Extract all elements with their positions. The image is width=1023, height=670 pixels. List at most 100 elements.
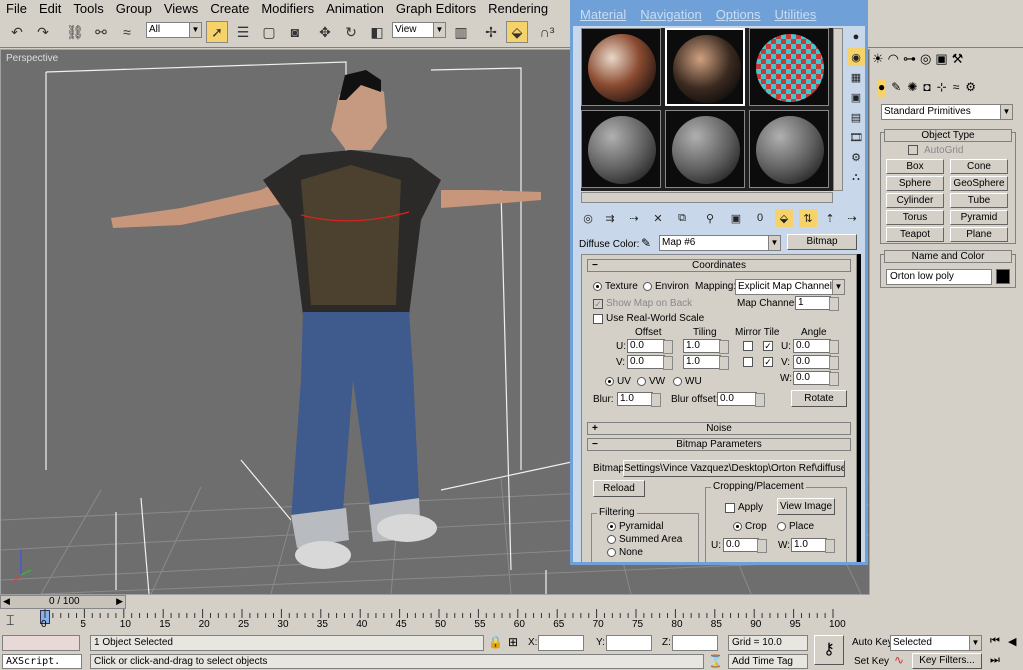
backlight-icon[interactable]: ◉ [847, 48, 865, 66]
menu-file[interactable]: File [0, 0, 33, 18]
unlink-icon[interactable]: ⚯ [90, 21, 112, 43]
make-unique-icon[interactable]: ⚲ [701, 209, 719, 227]
bitmap-path-button[interactable]: Settings\Vince Vazquez\Desktop\Orton Ref… [623, 460, 845, 477]
texture-radio[interactable] [593, 282, 602, 291]
put-to-library-icon[interactable]: ▣ [727, 209, 745, 227]
none-radio[interactable] [607, 548, 616, 557]
make-preview-icon[interactable]: 🎞 [847, 128, 865, 146]
lights-icon[interactable]: ✺ [907, 80, 917, 98]
set-key-label[interactable]: Set Key [854, 656, 889, 667]
menu-group[interactable]: Group [110, 0, 158, 18]
uv-radio[interactable] [605, 377, 614, 386]
listener-field[interactable] [2, 635, 80, 651]
real-world-scale-checkbox[interactable] [593, 314, 603, 324]
torus-button[interactable]: Torus [886, 210, 944, 225]
u-angle-spinner[interactable]: 0.0 [793, 339, 839, 354]
material-slot-3[interactable] [749, 28, 829, 106]
material-id-icon[interactable]: 0 [751, 209, 769, 227]
go-forward-sibling-icon[interactable]: ⇢ [843, 209, 861, 227]
select-object-icon[interactable]: ➚ [206, 21, 228, 43]
object-type-rollout[interactable]: Object Type [884, 129, 1012, 142]
menu-graph-editors[interactable]: Graph Editors [390, 0, 482, 18]
show-map-on-back-checkbox[interactable]: ✓ [593, 299, 603, 309]
next-frame-icon[interactable]: ▶ [116, 596, 123, 607]
rotate-button[interactable]: Rotate [791, 390, 847, 407]
box-button[interactable]: Box [886, 159, 944, 174]
cone-button[interactable]: Cone [950, 159, 1008, 174]
get-material-icon[interactable]: ◎ [579, 209, 597, 227]
wu-radio[interactable] [673, 377, 682, 386]
slots-hscrollbar[interactable] [581, 192, 833, 203]
plane-button[interactable]: Plane [950, 227, 1008, 242]
autogrid-checkbox[interactable] [908, 145, 918, 155]
curve-icon[interactable]: ∿ [894, 653, 904, 667]
prev-frame-icon[interactable]: ◀ [3, 596, 10, 607]
y-coord-field[interactable] [606, 635, 652, 651]
make-copy-icon[interactable]: ⧉ [673, 209, 691, 227]
snap-toggle-icon[interactable]: ∩³ [536, 21, 558, 43]
map-type-button[interactable]: Bitmap [787, 234, 857, 250]
crop-w-spinner[interactable]: 1.0 [791, 538, 835, 553]
object-name-field[interactable]: Orton low poly [886, 269, 992, 285]
pyramid-button[interactable]: Pyramid [950, 210, 1008, 225]
bind-space-warp-icon[interactable]: ≈ [116, 21, 138, 43]
map-name-field[interactable]: Map #6 ▼ [659, 235, 781, 251]
window-crossing-icon[interactable]: ◙ [284, 21, 306, 43]
hierarchy-tab-icon[interactable]: ⊶ [903, 51, 916, 71]
key-mode-dropdown[interactable]: Selected ▼ [890, 635, 982, 651]
material-slot-2[interactable] [665, 28, 745, 106]
pyramidal-radio[interactable] [607, 522, 616, 531]
u-offset-spinner[interactable]: 0.0 [627, 339, 673, 354]
primitive-category-dropdown[interactable]: Standard Primitives ▼ [881, 104, 1013, 120]
menu-views[interactable]: Views [158, 0, 204, 18]
assign-material-icon[interactable]: ⇢ [625, 209, 643, 227]
select-manipulate-icon[interactable]: ✢ [480, 21, 502, 43]
v-tiling-spinner[interactable]: 1.0 [683, 355, 729, 370]
select-by-material-icon[interactable]: ⛬ [847, 168, 865, 186]
place-radio[interactable] [777, 522, 786, 531]
map-channel-spinner[interactable]: 1 [795, 296, 839, 311]
bitmap-params-rollout[interactable]: − Bitmap Parameters [587, 438, 851, 451]
menu-edit[interactable]: Edit [33, 0, 67, 18]
eyedropper-icon[interactable]: ✎ [641, 236, 651, 250]
crop-u-spinner[interactable]: 0.0 [723, 538, 767, 553]
display-tab-icon[interactable]: ▣ [935, 51, 947, 71]
u-tiling-spinner[interactable]: 1.0 [683, 339, 729, 354]
auto-key-label[interactable]: Auto Key [852, 637, 893, 648]
u-tile-checkbox[interactable]: ✓ [763, 341, 773, 351]
uv-tiling-icon[interactable]: ▣ [847, 88, 865, 106]
blur-offset-spinner[interactable]: 0.0 [717, 392, 765, 407]
menu-rendering[interactable]: Rendering [482, 0, 554, 18]
u-mirror-checkbox[interactable] [743, 341, 753, 351]
mapping-dropdown[interactable]: Explicit Map Channel ▼ [735, 279, 845, 295]
key-icon[interactable]: ⚷ [814, 635, 844, 665]
select-link-icon[interactable]: ⛓ [64, 21, 86, 43]
x-coord-field[interactable] [538, 635, 584, 651]
move-icon[interactable]: ✥ [314, 21, 336, 43]
go-to-start-icon[interactable]: ⏮ [990, 635, 1000, 648]
material-slot-1[interactable] [581, 28, 661, 106]
menu-create[interactable]: Create [204, 0, 255, 18]
menu-tools[interactable]: Tools [67, 0, 109, 18]
noise-rollout[interactable]: + Noise [587, 422, 851, 435]
scale-icon[interactable]: ◧ [366, 21, 388, 43]
motion-tab-icon[interactable]: ◎ [920, 51, 931, 71]
object-color-swatch[interactable] [996, 269, 1010, 284]
v-angle-spinner[interactable]: 0.0 [793, 355, 839, 370]
put-to-scene-icon[interactable]: ⇉ [601, 209, 619, 227]
show-map-in-viewport-icon[interactable]: ⬙ [775, 209, 793, 227]
mated-menu-navigation[interactable]: Navigation [633, 7, 708, 22]
environ-radio[interactable] [643, 282, 652, 291]
mated-menu-options[interactable]: Options [709, 7, 768, 22]
shapes-icon[interactable]: ✎ [891, 80, 901, 98]
blur-spinner[interactable]: 1.0 [617, 392, 661, 407]
geosphere-button[interactable]: GeoSphere [950, 176, 1008, 191]
teapot-button[interactable]: Teapot [886, 227, 944, 242]
show-end-result-icon[interactable]: ⇅ [799, 209, 817, 227]
time-slider[interactable]: ◀ 0 / 100 ▶ [0, 595, 126, 609]
modify-tab-icon[interactable]: ◠ [888, 51, 899, 71]
go-to-parent-icon[interactable]: ⇡ [821, 209, 839, 227]
lock-icon[interactable]: 🔒 [488, 635, 503, 649]
key-mode-toggle-icon[interactable]: ⏭ [990, 654, 1000, 667]
add-time-tag[interactable]: Add Time Tag [728, 654, 808, 669]
